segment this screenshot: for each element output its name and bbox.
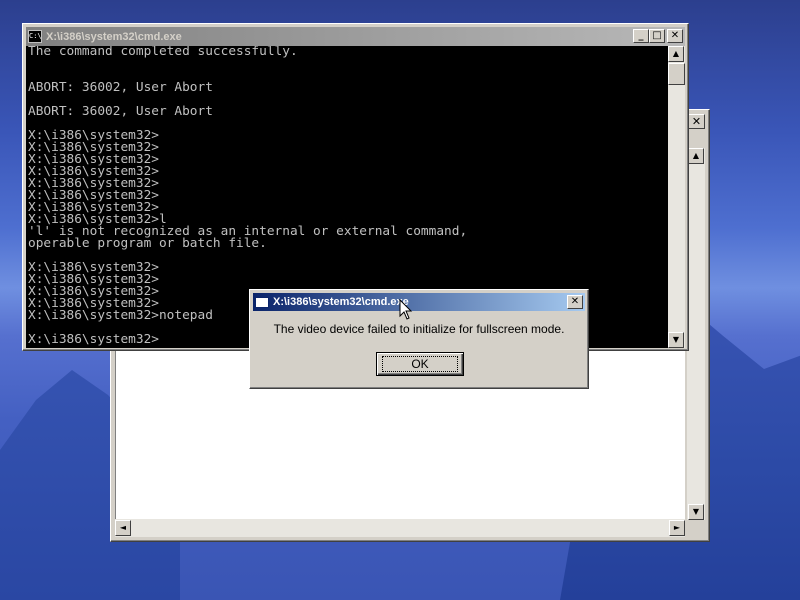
- ok-button-label: OK: [382, 356, 458, 372]
- close-icon[interactable]: ✕: [667, 29, 683, 43]
- vertical-scrollbar[interactable]: ▲ ▼: [668, 46, 685, 348]
- console-line: The command completed successfully.: [28, 46, 298, 59]
- console-line: ABORT: 36002, User Abort: [28, 104, 213, 119]
- error-dialog[interactable]: X:\i386\system32\cmd.exe ✕ The video dev…: [249, 289, 589, 389]
- vertical-scrollbar[interactable]: ▲ ▼: [687, 148, 705, 520]
- dialog-titlebar[interactable]: X:\i386\system32\cmd.exe ✕: [253, 293, 585, 311]
- scroll-left-icon[interactable]: ◄: [115, 520, 131, 536]
- close-icon[interactable]: ✕: [567, 295, 583, 309]
- scroll-up-icon[interactable]: ▲: [668, 46, 684, 62]
- console-line: operable program or batch file.: [28, 236, 267, 251]
- minimize-icon[interactable]: _: [633, 29, 649, 43]
- scroll-right-icon[interactable]: ►: [669, 520, 685, 536]
- scroll-up-icon[interactable]: ▲: [688, 148, 704, 164]
- scroll-down-icon[interactable]: ▼: [688, 504, 704, 520]
- window-icon: [255, 296, 269, 308]
- cmd-app-icon: C:\: [28, 30, 42, 43]
- ok-button[interactable]: OK: [376, 352, 464, 376]
- scroll-down-icon[interactable]: ▼: [668, 332, 684, 348]
- scrollbar-thumb[interactable]: [668, 63, 685, 85]
- dialog-title: X:\i386\system32\cmd.exe: [273, 296, 409, 308]
- mouse-cursor-icon: [399, 299, 413, 320]
- cmd-window-title: X:\i386\system32\cmd.exe: [46, 30, 182, 43]
- maximize-icon[interactable]: □: [649, 29, 665, 43]
- dialog-message: The video device failed to initialize fo…: [273, 322, 565, 336]
- horizontal-scrollbar[interactable]: ◄ ►: [115, 519, 685, 537]
- console-line: ABORT: 36002, User Abort: [28, 80, 213, 95]
- close-icon[interactable]: ✕: [688, 114, 705, 129]
- cmd-titlebar[interactable]: C:\ X:\i386\system32\cmd.exe _ □ ✕: [26, 27, 685, 46]
